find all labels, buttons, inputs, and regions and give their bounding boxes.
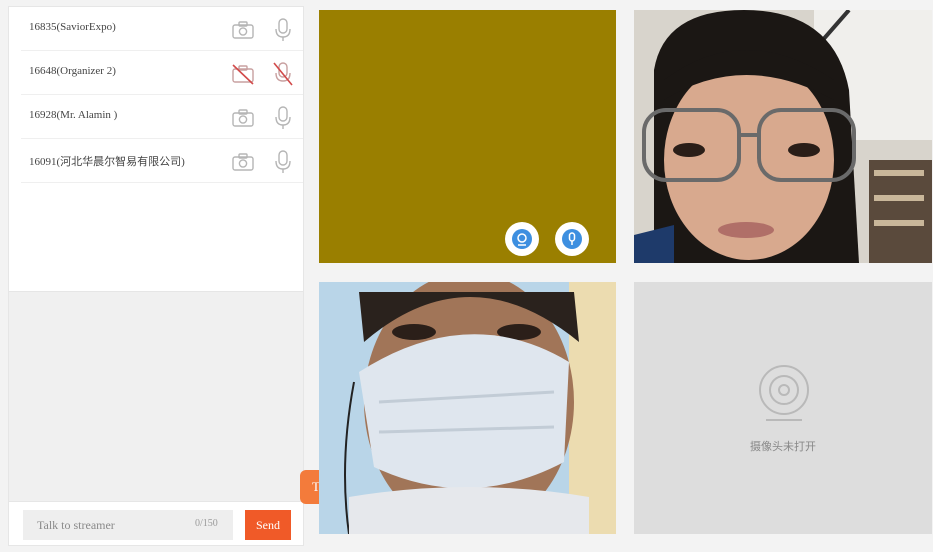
participant-row: 16648(Organizer 2) (21, 51, 303, 95)
microphone-icon[interactable] (271, 17, 295, 43)
participant-video-feed (634, 10, 932, 263)
chat-message-area[interactable] (9, 291, 303, 501)
live-room: 16835(SaviorExpo) 16648(Organizer 2) 169… (0, 0, 933, 552)
tile-mic-button[interactable] (555, 222, 589, 256)
microphone-icon[interactable] (271, 105, 295, 131)
camera-icon[interactable] (231, 107, 255, 129)
participant-row: 16091(河北华晨尔智易有限公司) (21, 139, 303, 183)
chat-bar: 0/150 Send (9, 501, 303, 545)
left-panel: 16835(SaviorExpo) 16648(Organizer 2) 169… (8, 6, 304, 546)
participant-list: 16835(SaviorExpo) 16648(Organizer 2) 169… (9, 7, 303, 291)
webcam-icon (759, 365, 809, 421)
char-counter: 0/150 (195, 518, 218, 529)
camera-off-message: 摄像头未打开 (750, 440, 816, 453)
microphone-icon (562, 229, 582, 249)
send-button[interactable]: Send (245, 510, 291, 540)
participant-row: 16835(SaviorExpo) (21, 7, 303, 51)
participant-name: 16091(河北华晨尔智易有限公司) (29, 156, 185, 168)
video-tile-camera-off[interactable]: 摄像头未打开 (634, 282, 932, 534)
video-tile[interactable] (319, 282, 616, 534)
participant-name: 16928(Mr. Alamin ) (29, 109, 118, 121)
camera-off-icon[interactable] (231, 63, 255, 85)
webcam-icon (512, 229, 532, 249)
video-tile[interactable] (319, 10, 616, 263)
microphone-icon[interactable] (271, 149, 295, 175)
participant-name: 16648(Organizer 2) (29, 65, 116, 77)
video-tile[interactable] (634, 10, 932, 263)
camera-icon[interactable] (231, 19, 255, 41)
participant-name: 16835(SaviorExpo) (29, 21, 116, 33)
tile-camera-button[interactable] (505, 222, 539, 256)
participant-row: 16928(Mr. Alamin ) (21, 95, 303, 139)
camera-icon[interactable] (231, 151, 255, 173)
microphone-off-icon[interactable] (271, 61, 295, 87)
participant-video-feed (319, 282, 616, 534)
